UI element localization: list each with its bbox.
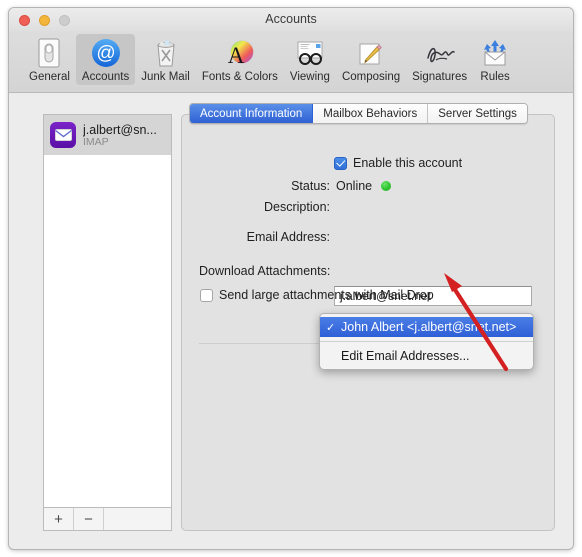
status-label: Status:: [291, 179, 330, 193]
envelope-arrows-icon: [479, 37, 511, 69]
toolbar-label-viewing: Viewing: [289, 71, 330, 83]
preferences-body: j.albert@sn... IMAP + − Account Informat…: [9, 94, 573, 549]
switch-icon: [33, 37, 65, 69]
email-address-label-wrap: Email Address:: [214, 230, 330, 244]
download-attachments-label: Download Attachments:: [199, 264, 331, 278]
preferences-toolbar: General @ Accounts Junk Mail A Fonts & C…: [9, 31, 573, 93]
status-label-wrap: Status:: [264, 179, 330, 193]
title-bar: Accounts: [9, 8, 573, 31]
add-account-button[interactable]: +: [44, 508, 74, 530]
status-value: Online: [336, 179, 373, 193]
tab-mailbox-behaviors[interactable]: Mailbox Behaviors: [313, 104, 429, 123]
trash-can-icon: [150, 37, 182, 69]
toolbar-item-junk-mail[interactable]: Junk Mail: [135, 34, 196, 85]
toolbar-item-viewing[interactable]: Viewing: [284, 34, 336, 85]
toolbar-label-accounts: Accounts: [81, 71, 130, 83]
tab-server-settings[interactable]: Server Settings: [428, 104, 527, 123]
signature-icon: [424, 37, 456, 69]
accounts-list-footer: + −: [43, 507, 172, 531]
window-title: Accounts: [265, 12, 317, 26]
tab-account-information[interactable]: Account Information: [190, 104, 314, 123]
mail-drop-checkbox[interactable]: [200, 288, 213, 302]
status-indicator-green-dot: [381, 181, 392, 191]
account-text-block: j.albert@sn... IMAP: [83, 123, 157, 148]
toolbar-label-junk-mail: Junk Mail: [141, 71, 190, 83]
toolbar-item-signatures[interactable]: Signatures: [406, 34, 473, 85]
download-attachments-row: Download Attachments:: [199, 264, 330, 278]
pencil-paper-icon: [355, 37, 387, 69]
mail-app-icon: [50, 122, 76, 148]
svg-text:A: A: [228, 43, 245, 68]
accounts-preferences-window: Accounts General @ Accounts Junk Mail A …: [8, 7, 574, 550]
description-label: Description:: [264, 200, 330, 214]
list-item-account[interactable]: j.albert@sn... IMAP: [44, 115, 171, 155]
mail-drop-label: Send large attachments with Mail Drop: [219, 288, 434, 302]
menu-item-john-albert[interactable]: ✓ John Albert <j.albert@snet.net>: [320, 317, 533, 337]
menu-item-edit-email-addresses[interactable]: Edit Email Addresses...: [320, 346, 533, 366]
account-tabs: Account Information Mailbox Behaviors Se…: [189, 103, 528, 124]
enable-account-row: Enable this account: [334, 156, 462, 170]
account-type: IMAP: [83, 135, 109, 148]
enable-account-checkbox[interactable]: [334, 156, 347, 170]
toolbar-label-composing: Composing: [341, 71, 401, 83]
toolbar-item-composing[interactable]: Composing: [336, 34, 406, 85]
svg-text:@: @: [96, 43, 115, 64]
toolbar-item-accounts[interactable]: @ Accounts: [75, 34, 136, 85]
email-address-dropdown-menu[interactable]: ✓ John Albert <j.albert@snet.net> Edit E…: [319, 313, 534, 370]
toolbar-label-general: General: [29, 71, 70, 83]
menu-divider: [320, 341, 533, 342]
at-sign-icon: @: [90, 37, 122, 69]
description-label-wrap: Description:: [234, 200, 330, 214]
color-wheel-icon: A: [224, 37, 256, 69]
menu-item-label: John Albert <j.albert@snet.net>: [341, 320, 517, 334]
footer-spacer: [104, 508, 171, 530]
toolbar-label-signatures: Signatures: [412, 71, 468, 83]
enable-account-label: Enable this account: [353, 156, 463, 170]
toolbar-label-rules: Rules: [480, 71, 510, 83]
toolbar-item-fonts-colors[interactable]: A Fonts & Colors: [196, 34, 284, 85]
toolbar-item-rules[interactable]: Rules: [473, 34, 517, 85]
mail-drop-row: Send large attachments with Mail Drop: [200, 288, 434, 302]
toolbar-label-fonts-colors: Fonts & Colors: [201, 71, 278, 83]
status-value-row: Online: [336, 179, 392, 193]
email-address-label: Email Address:: [246, 230, 330, 244]
account-name: j.albert@sn...: [83, 122, 157, 137]
eyeglasses-icon: [294, 37, 326, 69]
remove-account-button[interactable]: −: [74, 508, 104, 530]
toolbar-item-general[interactable]: General: [23, 34, 76, 85]
checkmark-icon: ✓: [326, 321, 336, 334]
accounts-list[interactable]: j.albert@sn... IMAP: [43, 114, 172, 507]
menu-item-label: Edit Email Addresses...: [341, 349, 470, 363]
